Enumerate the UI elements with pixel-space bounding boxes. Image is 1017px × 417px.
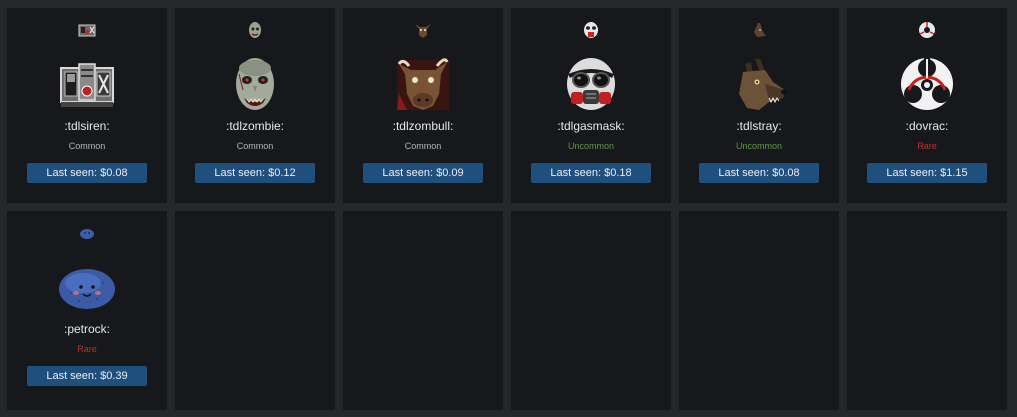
biohazard-icon <box>901 58 953 110</box>
last-seen-price-button[interactable]: Last seen: $1.15 <box>867 163 987 183</box>
item-name: :dovrac: <box>905 119 949 133</box>
item-rarity: Uncommon <box>735 141 782 151</box>
item-name: :tdlstray: <box>736 119 782 133</box>
item-card[interactable]: :tdlzombull: Common Last seen: $0.09 <box>343 8 503 203</box>
item-name: :tdlzombie: <box>225 119 285 133</box>
stray-dog-icon <box>739 58 787 110</box>
pet-rock-icon <box>80 229 94 239</box>
item-name: :tdlzombull: <box>392 119 454 133</box>
zombull-icon <box>397 58 449 110</box>
siren-icon <box>78 24 96 37</box>
item-card[interactable]: :petrock: Rare Last seen: $0.39 <box>7 211 167 410</box>
last-seen-price-button[interactable]: Last seen: $0.12 <box>195 163 315 183</box>
item-rarity: Uncommon <box>567 141 614 151</box>
item-card[interactable]: :tdlzombie: Common Last seen: $0.12 <box>175 8 335 203</box>
pet-rock-icon <box>59 269 115 309</box>
gasmask-icon <box>584 22 598 38</box>
zombie-icon <box>236 58 274 110</box>
gasmask-icon <box>567 58 615 110</box>
item-name: :petrock: <box>63 322 111 336</box>
zombull-icon <box>415 24 431 38</box>
empty-slot <box>847 211 1007 410</box>
empty-slot <box>511 211 671 410</box>
empty-slot <box>679 211 839 410</box>
item-card[interactable]: :tdlstray: Uncommon Last seen: $0.08 <box>679 8 839 203</box>
item-rarity: Rare <box>77 344 97 354</box>
last-seen-price-button[interactable]: Last seen: $0.08 <box>699 163 819 183</box>
item-rarity: Rare <box>917 141 937 151</box>
item-card[interactable]: :tdlgasmask: Uncommon Last seen: $0.18 <box>511 8 671 203</box>
emoticon-grid: :tdlsiren: Common Last seen: $0.08 :tdlz… <box>7 8 1007 410</box>
item-name: :tdlsiren: <box>64 119 110 133</box>
item-card[interactable]: :dovrac: Rare Last seen: $1.15 <box>847 8 1007 203</box>
stray-dog-icon <box>754 23 766 37</box>
empty-slot <box>343 211 503 410</box>
last-seen-price-button[interactable]: Last seen: $0.39 <box>27 366 147 386</box>
item-name: :tdlgasmask: <box>557 119 625 133</box>
zombie-icon <box>249 22 261 38</box>
item-card[interactable]: :tdlsiren: Common Last seen: $0.08 <box>7 8 167 203</box>
siren-icon <box>60 63 114 107</box>
empty-slot <box>175 211 335 410</box>
last-seen-price-button[interactable]: Last seen: $0.18 <box>531 163 651 183</box>
last-seen-price-button[interactable]: Last seen: $0.08 <box>27 163 147 183</box>
item-rarity: Common <box>404 141 442 151</box>
biohazard-icon <box>919 22 935 38</box>
item-rarity: Common <box>68 141 106 151</box>
item-rarity: Common <box>236 141 274 151</box>
last-seen-price-button[interactable]: Last seen: $0.09 <box>363 163 483 183</box>
